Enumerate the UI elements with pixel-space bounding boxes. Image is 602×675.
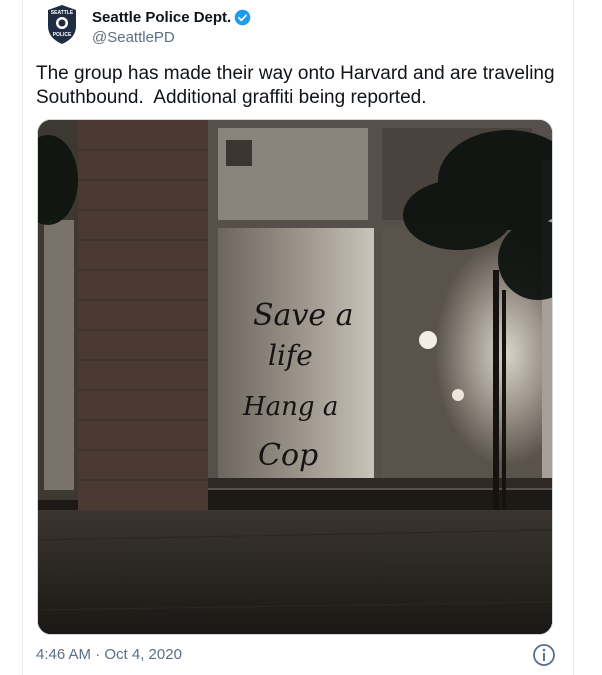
verified-badge-icon [234, 9, 251, 26]
graffiti-line-2: life [268, 339, 313, 372]
user-handle[interactable]: @SeattlePD [92, 29, 175, 46]
graffiti-line-3: Hang a [242, 392, 338, 422]
info-icon[interactable] [532, 643, 556, 667]
graffiti-line-1: Save a [253, 298, 354, 333]
tweet-photo[interactable]: Save a life Hang a Cop [37, 119, 553, 635]
graffiti-line-4: Cop [258, 438, 318, 473]
avatar[interactable]: SEATTLE POLICE [40, 2, 84, 46]
tweet-timestamp[interactable]: 4:46 AM · Oct 4, 2020 [36, 646, 182, 663]
badge-top-text: SEATTLE [51, 10, 74, 16]
badge-bottom-text: POLICE [53, 32, 72, 38]
police-badge-logo: SEATTLE POLICE [40, 2, 84, 46]
tweet-text: The group has made their way onto Harvar… [36, 63, 555, 108]
graffiti-photo: Save a life Hang a Cop [38, 120, 552, 634]
display-name-row[interactable]: Seattle Police Dept. [92, 9, 251, 26]
display-name[interactable]: Seattle Police Dept. [92, 9, 231, 26]
